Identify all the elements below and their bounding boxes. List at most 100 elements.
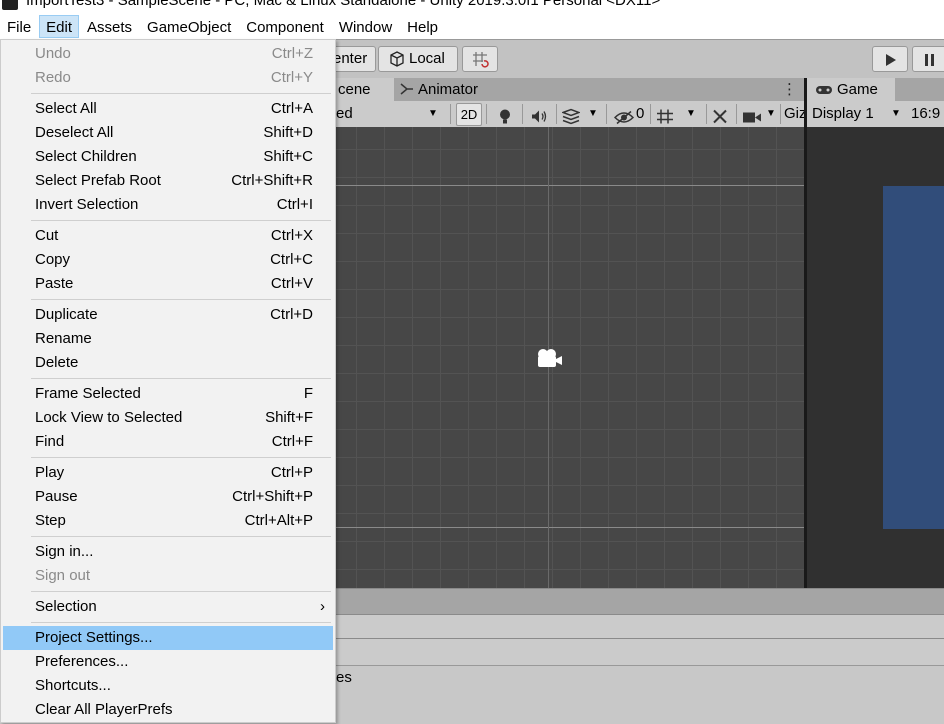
menu-item-lock-view-to-selected[interactable]: Lock View to Selected Shift+F	[3, 406, 333, 430]
menu-item-shortcuts[interactable]: Shortcuts...	[3, 674, 333, 698]
toolbar-separator	[486, 104, 487, 124]
menu-assets[interactable]: Assets	[80, 15, 139, 38]
gamepad-icon	[816, 86, 832, 94]
shading-mode-dropdown[interactable]: ed	[336, 103, 353, 124]
game-toolbar: Display 1 ▼ 16:9	[807, 101, 944, 128]
menu-item-play[interactable]: Play Ctrl+P	[3, 461, 333, 485]
project-panel-text: es	[336, 669, 352, 686]
menu-item-paste[interactable]: Paste Ctrl+V	[3, 272, 333, 296]
menu-help[interactable]: Help	[400, 15, 445, 38]
tab-animator[interactable]: Animator	[398, 78, 510, 101]
toolbar-separator	[650, 104, 651, 124]
scene-camera-gizmo-icon[interactable]	[535, 348, 563, 370]
menu-item-invert-selection[interactable]: Invert Selection Ctrl+I	[3, 193, 333, 217]
menu-item-frame-selected[interactable]: Frame Selected F	[3, 382, 333, 406]
menu-separator	[31, 536, 331, 537]
menu-item-duplicate[interactable]: Duplicate Ctrl+D	[3, 303, 333, 327]
toolbar-separator	[450, 104, 451, 124]
grid-major-line	[336, 185, 804, 186]
bottom-toolbar	[336, 614, 944, 639]
toolbar-separator	[706, 104, 707, 124]
display-dropdown-arrow-icon[interactable]: ▼	[891, 102, 901, 125]
menu-item-pause[interactable]: Pause Ctrl+Shift+P	[3, 485, 333, 509]
effects-dropdown-arrow-icon[interactable]: ▼	[588, 103, 598, 124]
menu-separator	[31, 220, 331, 221]
menu-item-undo[interactable]: Undo Ctrl+Z	[3, 42, 333, 66]
menu-component[interactable]: Component	[239, 15, 331, 38]
toolbar-separator	[780, 104, 781, 124]
menu-item-select-all[interactable]: Select All Ctrl+A	[3, 97, 333, 121]
project-panel: es	[336, 665, 944, 724]
menu-item-sign-in[interactable]: Sign in...	[3, 540, 333, 564]
menu-item-cut[interactable]: Cut Ctrl+X	[3, 224, 333, 248]
game-camera-render	[883, 186, 944, 529]
lightbulb-icon[interactable]	[498, 106, 512, 127]
snap-grid-button[interactable]	[462, 46, 498, 72]
menu-bar: File Edit Assets GameObject Component Wi…	[0, 14, 944, 39]
toolbar-separator	[606, 104, 607, 124]
tab-game[interactable]: Game	[807, 78, 895, 101]
menu-item-rename[interactable]: Rename	[3, 327, 333, 351]
menu-file[interactable]: File	[0, 15, 38, 38]
pause-icon	[925, 54, 934, 66]
menu-separator	[31, 457, 331, 458]
game-tab-bar: Game	[807, 78, 944, 101]
toolbar-separator	[556, 104, 557, 124]
menu-item-project-settings[interactable]: Project Settings...	[3, 626, 333, 650]
scene-viewport[interactable]	[336, 127, 804, 588]
bottom-tab-bar	[336, 588, 944, 615]
pivot-center-toggle[interactable]: enter	[330, 46, 376, 72]
window-title: ImportTest3 - SampleScene - PC, Mac & Li…	[26, 0, 661, 9]
camera-dropdown-arrow-icon[interactable]: ▼	[766, 103, 776, 124]
effects-icon[interactable]	[562, 106, 580, 127]
menu-separator	[31, 299, 331, 300]
menu-separator	[31, 622, 331, 623]
menu-item-preferences[interactable]: Preferences...	[3, 650, 333, 674]
menu-item-select-children[interactable]: Select Children Shift+C	[3, 145, 333, 169]
more-options-icon[interactable]: ⋮	[782, 78, 797, 101]
menu-item-selection[interactable]: Selection ›	[3, 595, 333, 619]
scene-tab-bar: cene Animator ⋮	[336, 78, 804, 101]
toolbar-separator	[736, 104, 737, 124]
menu-gameobject[interactable]: GameObject	[140, 15, 238, 38]
menu-separator	[31, 93, 331, 94]
global-local-toggle[interactable]: Local	[378, 46, 458, 72]
menu-item-step[interactable]: Step Ctrl+Alt+P	[3, 509, 333, 533]
audio-icon[interactable]	[530, 106, 548, 127]
tools-icon[interactable]	[712, 106, 728, 127]
game-viewport[interactable]	[807, 127, 944, 588]
shading-dropdown-arrow-icon[interactable]: ▼	[428, 103, 438, 124]
menu-item-delete[interactable]: Delete	[3, 351, 333, 375]
bottom-breadcrumb-bar	[336, 638, 944, 666]
menu-window[interactable]: Window	[332, 15, 399, 38]
pause-button[interactable]	[912, 46, 944, 72]
menu-separator	[31, 591, 331, 592]
menu-item-deselect-all[interactable]: Deselect All Shift+D	[3, 121, 333, 145]
title-bar: ImportTest3 - SampleScene - PC, Mac & Li…	[0, 0, 944, 14]
chevron-right-icon: ›	[320, 598, 325, 615]
unity-logo-icon	[2, 0, 18, 10]
menu-edit[interactable]: Edit	[39, 15, 80, 38]
grid-major-line	[336, 527, 804, 528]
menu-item-find[interactable]: Find Ctrl+F	[3, 430, 333, 454]
grid-dropdown-arrow-icon[interactable]: ▼	[686, 103, 696, 124]
local-label: Local	[409, 50, 445, 67]
grid-icon[interactable]	[656, 106, 674, 127]
toggle-2d-button[interactable]: 2D	[456, 103, 482, 126]
camera-icon[interactable]	[742, 107, 762, 128]
edit-menu-dropdown: Undo Ctrl+Z Redo Ctrl+Y Select All Ctrl+A D…	[0, 39, 336, 723]
menu-item-select-prefab-root[interactable]: Select Prefab Root Ctrl+Shift+R	[3, 169, 333, 193]
display-dropdown[interactable]: Display 1	[812, 102, 874, 125]
menu-item-sign-out[interactable]: Sign out	[3, 564, 333, 588]
play-button[interactable]	[872, 46, 908, 72]
menu-separator	[31, 378, 331, 379]
tab-scene[interactable]: cene	[336, 78, 394, 101]
menu-item-clear-all-playerprefs[interactable]: Clear All PlayerPrefs	[3, 698, 333, 722]
toolbar-separator	[522, 104, 523, 124]
menu-item-copy[interactable]: Copy Ctrl+C	[3, 248, 333, 272]
eye-hidden-icon[interactable]	[614, 107, 634, 128]
aspect-dropdown[interactable]: 16:9	[911, 102, 940, 125]
hidden-objects-count: 0	[636, 105, 645, 122]
menu-item-redo[interactable]: Redo Ctrl+Y	[3, 66, 333, 90]
animator-tab-label: Animator	[418, 81, 479, 98]
